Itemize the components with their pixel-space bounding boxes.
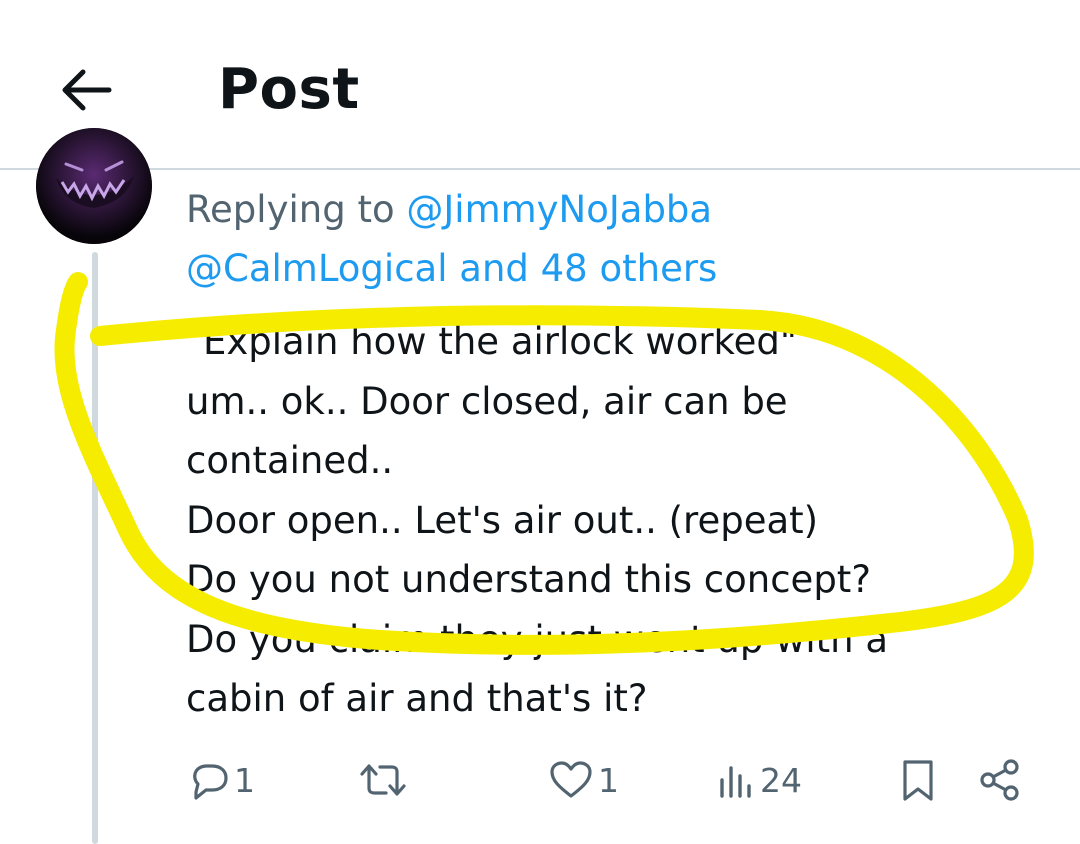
repost-icon [360, 764, 406, 796]
share-icon [980, 759, 1019, 801]
like-button[interactable]: 1 [548, 752, 619, 808]
post-text-line: contained.. [186, 439, 394, 482]
heart-icon [550, 761, 592, 798]
avatar-image [36, 128, 152, 244]
arrow-left-icon [62, 69, 112, 111]
replying-to-line-2: @CalmLogical and 48 others [186, 243, 717, 295]
like-count: 1 [598, 760, 619, 800]
back-button[interactable] [48, 52, 124, 128]
post-text-line: Door open.. Let's air out.. (repeat) [186, 498, 819, 542]
replying-to-label: Replying to [186, 188, 395, 231]
post-text-line: um.. ok.. Door closed, air can be [186, 379, 788, 423]
post-text-line: cabin of air and that's it? [186, 677, 648, 720]
bookmark-button[interactable] [898, 752, 938, 808]
reply-button[interactable]: 1 [186, 752, 255, 808]
header-divider [0, 168, 1080, 170]
post-text-line: Do you claim they just went up with a [186, 617, 889, 661]
post-text-line: "Explain how the airlock worked" [186, 320, 797, 363]
top-bar: Post [0, 0, 1080, 168]
replying-to-line: Replying to @JimmyNoJabba [186, 184, 712, 236]
bookmark-icon [903, 760, 933, 801]
views-button[interactable]: 24 [716, 752, 802, 808]
repost-button[interactable] [356, 752, 414, 808]
reply-icon [193, 764, 228, 800]
mention-link[interactable]: @CalmLogical [186, 247, 448, 290]
share-button[interactable] [978, 752, 1022, 808]
views-count: 24 [760, 760, 802, 800]
mention-link[interactable]: @JimmyNoJabba [406, 188, 712, 231]
thread-line [92, 252, 98, 844]
others-link[interactable]: and 48 others [459, 247, 717, 290]
views-icon [720, 766, 751, 798]
post-text-line: Do you not understand this concept? [186, 558, 871, 601]
post-detail-page: Post Replying to @JimmyNoJabba @CalmLogi… [0, 0, 1080, 844]
page-title: Post [218, 57, 360, 122]
post-text: "Explain how the airlock worked" um.. ok… [186, 312, 1046, 729]
avatar[interactable] [36, 128, 152, 244]
reply-count: 1 [234, 760, 255, 800]
